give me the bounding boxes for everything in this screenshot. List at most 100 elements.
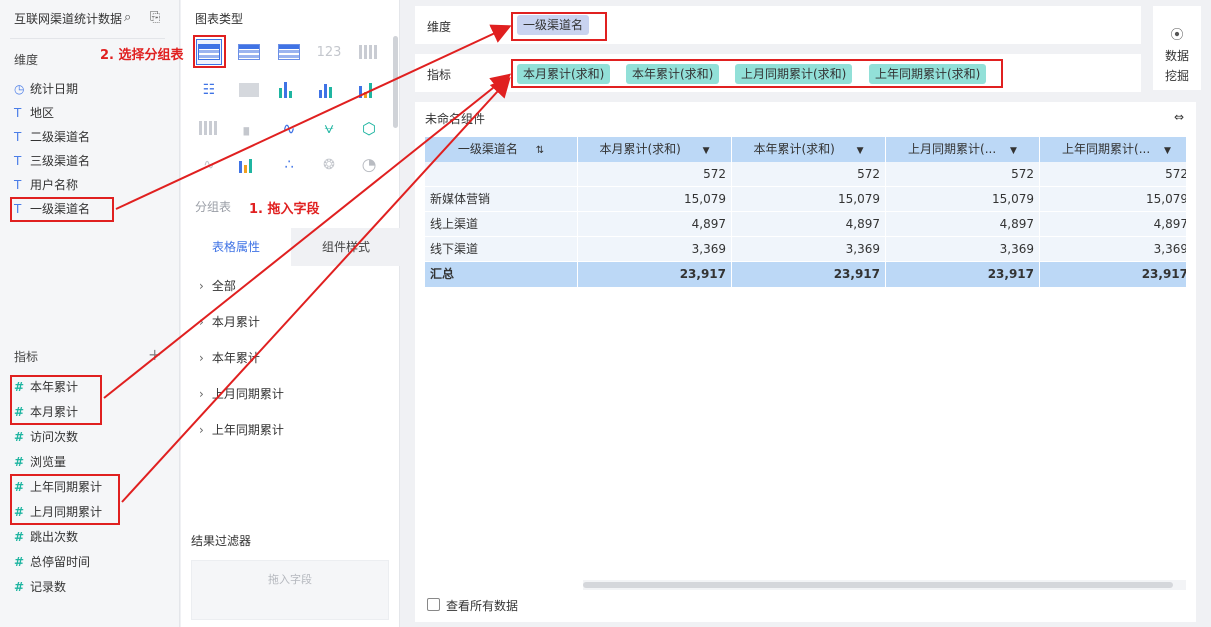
curve-grey-icon[interactable]: ∿ (196, 152, 222, 178)
expand-icon[interactable]: ⇔ (1174, 110, 1184, 124)
chevron-right-icon: › (199, 423, 204, 437)
property-ytd[interactable]: › 本年累计 (199, 349, 260, 366)
table-cell: 4,897 (732, 212, 886, 237)
property-tabs: 表格属性 组件样式 (181, 228, 400, 266)
annotation-box-grouped-table (193, 35, 226, 68)
chevron-right-icon: › (199, 315, 204, 329)
cross-table-icon[interactable] (276, 39, 302, 65)
property-all[interactable]: › 全部 (199, 277, 236, 294)
scatter-icon[interactable]: ∴ (276, 152, 302, 178)
pie-grey-icon[interactable]: ◔ (356, 152, 382, 178)
header-cell[interactable]: 上月同期累计(... ▼ (886, 137, 1040, 162)
annotation-step2: 2. 选择分组表 (100, 48, 184, 63)
table-cell: 15,079 (1040, 187, 1186, 212)
chevron-right-icon: › (199, 351, 204, 365)
combo-chart-icon[interactable] (236, 152, 262, 178)
kpi-number-icon[interactable]: 123 (316, 39, 342, 65)
field-record-count[interactable]: # 记录数 (14, 576, 66, 598)
table-row: 线下渠道 3,369 3,369 3,369 3,369 (425, 237, 1186, 262)
tab-table-properties[interactable]: 表格属性 (181, 228, 291, 266)
field-pageviews[interactable]: # 浏览量 (14, 451, 66, 473)
field-label: 三级渠道名 (30, 154, 91, 168)
header-cell[interactable]: 上年同期累计(... ▼ (1040, 137, 1186, 162)
table-cell: 3,369 (732, 237, 886, 262)
mining-icon: ⦿ (1170, 28, 1184, 43)
annotation-box-prior-measures (10, 474, 120, 525)
table-cell: 4,897 (578, 212, 732, 237)
show-all-label: 查看所有数据 (446, 599, 519, 613)
text-icon: T (14, 178, 22, 192)
divider (10, 38, 165, 39)
table-cell: 线下渠道 (425, 237, 578, 262)
annotation-box-dimension-field (10, 197, 114, 222)
switch-icon[interactable]: ⎘ (150, 10, 160, 25)
field-region[interactable]: T 地区 (14, 102, 54, 124)
field-bounces[interactable]: # 跳出次数 (14, 526, 78, 548)
header-cell[interactable]: 本月累计(求和) ▼ (578, 137, 732, 162)
property-last-month[interactable]: › 上月同期累计 (199, 385, 284, 402)
stacked-bar-icon[interactable] (276, 77, 302, 103)
bubble-grey-icon[interactable]: ❂ (316, 152, 342, 178)
field-user-name[interactable]: T 用户名称 (14, 174, 78, 196)
result-filter-dropzone[interactable]: 拖入字段 (191, 560, 389, 620)
table-total-row: 汇总 23,917 23,917 23,917 23,917 (425, 262, 1186, 287)
field-label: 二级渠道名 (30, 130, 91, 144)
mining-label-2: 挖掘 (1164, 69, 1189, 83)
block-grey-icon[interactable] (196, 115, 222, 141)
header-cell[interactable]: 一级渠道名 ⇅ (425, 137, 578, 162)
property-mtd[interactable]: › 本月累计 (199, 313, 260, 330)
table-cell: 4,897 (1040, 212, 1186, 237)
annotation-step1: 1. 拖入字段 (249, 202, 320, 217)
mining-label-1: 数据 (1164, 49, 1189, 63)
dropdown-icon[interactable]: ▼ (703, 146, 710, 156)
grouped-table: 一级渠道名 ⇅ 本月累计(求和) ▼ 本年累计(求和) ▼ 上月同期累计(...… (425, 137, 1186, 287)
table-cell: 3,369 (578, 237, 732, 262)
tab-component-style[interactable]: 组件样式 (291, 228, 401, 266)
line-chart-icon[interactable]: ∿ (276, 115, 302, 141)
annotation-box-current-measures (10, 375, 102, 425)
table-cell: 23,917 (578, 262, 732, 287)
field-label: 地区 (30, 106, 55, 120)
scrollbar[interactable] (393, 36, 398, 128)
list-grey-icon[interactable] (356, 39, 382, 65)
sort-icon[interactable]: ⇅ (536, 145, 544, 156)
field-statistic-date[interactable]: ◷ 统计日期 (14, 78, 78, 100)
table-cell: 线上渠道 (425, 212, 578, 237)
chevron-right-icon: › (199, 387, 204, 401)
dot-list-icon[interactable]: ☷ (196, 77, 222, 103)
add-measure-icon[interactable]: + (148, 345, 161, 364)
show-all-checkbox[interactable] (427, 598, 440, 611)
chart-type-panel: 图表类型 123 ☷ ▖ ∿ ⩝ ⬡ ∿ ∴ ❂ ◔ 分组表 表格属性 组件样式… (181, 0, 400, 627)
step-grey-icon[interactable]: ▖ (236, 115, 262, 141)
data-mining-button[interactable]: ⦿ 数据 挖掘 (1153, 6, 1201, 90)
dropdown-icon[interactable]: ▼ (857, 146, 864, 156)
dimensions-heading: 维度 (14, 53, 39, 67)
property-last-year[interactable]: › 上年同期累计 (199, 421, 284, 438)
detail-table-icon[interactable] (236, 39, 262, 65)
header-cell[interactable]: 本年累计(求和) ▼ (732, 137, 886, 162)
dropdown-icon[interactable]: ▼ (1010, 146, 1017, 156)
table-cell (425, 162, 578, 187)
text-icon: T (14, 130, 22, 144)
selected-type-label: 分组表 (195, 200, 232, 214)
field-label: 记录数 (30, 580, 67, 594)
radar-icon[interactable]: ⬡ (356, 115, 382, 141)
map-grey-icon[interactable] (236, 77, 262, 103)
field-label: 统计日期 (30, 82, 79, 96)
area-line-icon[interactable]: ⩝ (316, 115, 342, 141)
component-title[interactable]: 未命名组件 (425, 110, 485, 127)
field-level2-channel[interactable]: T 二级渠道名 (14, 126, 90, 148)
annotation-box-measure-shelf (511, 59, 1003, 88)
field-level3-channel[interactable]: T 三级渠道名 (14, 150, 90, 172)
property-label: 上年同期累计 (211, 423, 284, 437)
search-icon[interactable]: ⌕ (124, 10, 131, 25)
horizontal-scrollbar[interactable] (583, 582, 1173, 588)
field-total-duration[interactable]: # 总停留时间 (14, 551, 90, 573)
table-cell: 3,369 (1040, 237, 1186, 262)
table-cell: 23,917 (1040, 262, 1186, 287)
field-visits[interactable]: # 访问次数 (14, 426, 78, 448)
grouped-bar-icon[interactable] (356, 77, 382, 103)
dropdown-icon[interactable]: ▼ (1164, 146, 1171, 156)
dimension-shelf-label: 维度 (427, 20, 452, 34)
bar-chart-icon[interactable] (316, 77, 342, 103)
